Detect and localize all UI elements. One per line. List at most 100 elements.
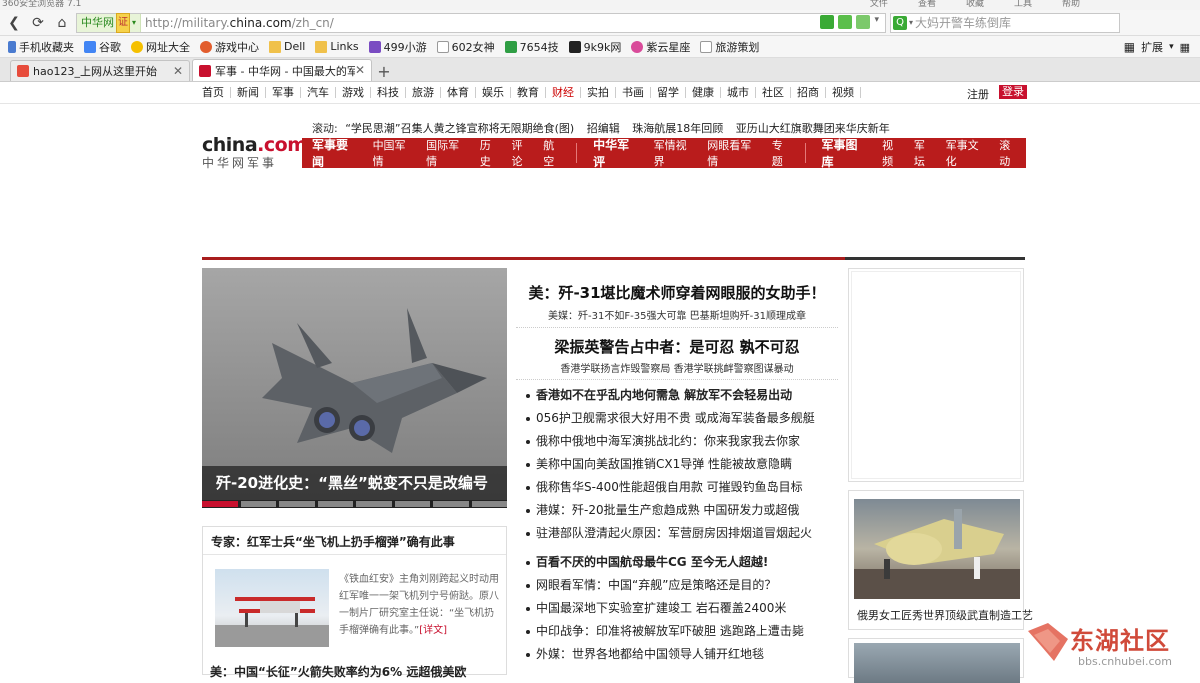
- nav-military[interactable]: 军事: [266, 87, 301, 98]
- list-item[interactable]: 中印战争：印准将被解放军吓破胆 逃跑路上遭击毙: [524, 620, 838, 643]
- signup-link[interactable]: 注册: [967, 86, 989, 102]
- slide-dot[interactable]: [394, 501, 430, 507]
- nav-health[interactable]: 健康: [686, 87, 721, 98]
- search-box[interactable]: Q ▾ 大妈开警车练倒库: [890, 12, 1120, 33]
- ticker-item[interactable]: 珠海航展18年回顾: [632, 122, 723, 135]
- nav-auto[interactable]: 汽车: [301, 87, 336, 98]
- compat-mode-icon[interactable]: [820, 14, 835, 29]
- puzzle-icon[interactable]: ▦: [1124, 40, 1135, 54]
- ad-slot[interactable]: [848, 268, 1024, 482]
- workshop-photo[interactable]: [854, 499, 1020, 599]
- headline-secondary-sub[interactable]: 香港学联扬言炸毁警察局 香港学联挑衅警察图谋暴动: [516, 360, 838, 380]
- slide-dot[interactable]: [240, 501, 276, 507]
- menu-tools[interactable]: 工具: [1014, 0, 1032, 9]
- photo-feature-2[interactable]: [848, 638, 1024, 683]
- menu-favorites[interactable]: 收藏: [966, 0, 984, 9]
- nav-sports[interactable]: 体育: [441, 87, 476, 98]
- search-input[interactable]: 大妈开警车练倒库: [915, 14, 1011, 31]
- bottom-lead-headline[interactable]: 美：中国“长征”火箭失败率约为6% 远超俄美欧: [202, 663, 507, 680]
- list-item[interactable]: 港媒：歼-20批量生产愈趋成熟 中国研发力或超俄: [524, 499, 838, 522]
- list-item[interactable]: 俄称售华S-400性能超俄自用款 可摧毁钓鱼岛目标: [524, 476, 838, 499]
- headline-primary-sub[interactable]: 美媒：歼-31不如F-35强大可靠 巴基斯坦购歼-31顺理成章: [516, 306, 838, 328]
- channel-item[interactable]: 专题: [767, 137, 799, 169]
- hero-caption[interactable]: 歼-20进化史：“黑丝”蜕变不只是改编号: [202, 466, 507, 500]
- close-icon[interactable]: ✕: [173, 64, 183, 78]
- home-icon[interactable]: ⌂: [52, 13, 72, 33]
- site-logo[interactable]: china.com 中华网军事: [202, 134, 307, 171]
- menu-view[interactable]: 查看: [918, 0, 936, 9]
- channel-item[interactable]: 历史: [475, 137, 507, 169]
- list-item[interactable]: 美称中国向美敌国推销CX1导弹 性能被故意隐瞒: [524, 453, 838, 476]
- nav-home[interactable]: 首页: [202, 87, 231, 98]
- channel-title[interactable]: 军事图库: [812, 136, 878, 170]
- nav-community[interactable]: 社区: [756, 87, 791, 98]
- channel-item[interactable]: 军事文化: [941, 137, 995, 169]
- url-text[interactable]: http://military.china.com/zh_cn/: [145, 16, 334, 30]
- channel-item[interactable]: 航空: [538, 137, 570, 169]
- search-engine-icon[interactable]: Q: [893, 15, 907, 30]
- list-item[interactable]: 中国最深地下实验室扩建竣工 岩石覆盖2400米: [524, 597, 838, 620]
- refresh-icon[interactable]: ⟳: [28, 13, 48, 33]
- nav-art[interactable]: 书画: [616, 87, 651, 98]
- bookmark-item[interactable]: 499小游: [368, 39, 427, 55]
- chevron-down-icon[interactable]: ▾: [909, 18, 913, 27]
- new-tab-icon[interactable]: +: [374, 61, 394, 81]
- list-item[interactable]: 外媒：世界各地都给中国领导人铺开红地毯: [524, 643, 838, 666]
- channel-item[interactable]: 滚动: [994, 137, 1026, 169]
- channel-title[interactable]: 军事要闻: [302, 136, 368, 170]
- bookmark-item[interactable]: 网址大全: [131, 39, 190, 55]
- list-item[interactable]: 百看不厌的中国航母最牛CG 至今无人超越!: [524, 551, 838, 574]
- tab-military[interactable]: 军事 - 中华网 - 中国最大的军 ✕: [192, 59, 372, 81]
- list-item[interactable]: 056护卫舰需求很大好用不贵 或成海军装备最多舰艇: [524, 407, 838, 430]
- bookmark-item[interactable]: 602女神: [436, 39, 495, 55]
- slide-dot[interactable]: [471, 501, 507, 507]
- channel-item[interactable]: 军情视界: [649, 137, 703, 169]
- ticker-item[interactable]: 亚历山大红旗歌舞团来华庆新年: [736, 122, 890, 135]
- nav-news[interactable]: 新闻: [231, 87, 266, 98]
- menu-help[interactable]: 帮助: [1062, 0, 1080, 9]
- read-more-link[interactable]: [详文]: [419, 625, 447, 636]
- channel-item[interactable]: 评论: [507, 137, 539, 169]
- nav-photo[interactable]: 实拍: [581, 87, 616, 98]
- channel-item[interactable]: 中国军情: [368, 137, 422, 169]
- menu-file[interactable]: 文件: [870, 0, 888, 9]
- photo-thumbnail[interactable]: [854, 643, 1020, 683]
- nav-finance[interactable]: 财经: [546, 87, 581, 98]
- nav-study-abroad[interactable]: 留学: [651, 87, 686, 98]
- channel-title[interactable]: 中华军评: [583, 136, 649, 170]
- expert-story-title[interactable]: 专家：红军士兵“坐飞机上扔手榴弹”确有此事: [203, 527, 506, 555]
- nav-video[interactable]: 视频: [826, 87, 861, 98]
- biplane-thumbnail[interactable]: [215, 569, 329, 647]
- nav-edu[interactable]: 教育: [511, 87, 546, 98]
- grid-icon[interactable]: ▦: [1180, 41, 1190, 54]
- hero-slideshow[interactable]: 歼-20进化史：“黑丝”蜕变不只是改编号: [202, 268, 507, 508]
- bookmark-folder[interactable]: Links: [315, 40, 359, 53]
- bookmark-item[interactable]: 旅游策划: [700, 39, 759, 55]
- headline-secondary[interactable]: 梁振英警告占中者：是可忍 孰不可忍: [516, 328, 838, 360]
- channel-item[interactable]: 网眼看军情: [702, 137, 767, 169]
- photo-caption[interactable]: 俄男女工匠秀世界顶级武直制造工艺: [857, 607, 1033, 623]
- back-icon[interactable]: ❮: [4, 13, 24, 33]
- slide-dot[interactable]: [433, 501, 469, 507]
- headline-primary[interactable]: 美：歼-31堪比魔术师穿着网眼服的女助手！: [516, 270, 838, 306]
- slide-dot[interactable]: [356, 501, 392, 507]
- tab-hao123[interactable]: hao123_上网从这里开始 ✕: [10, 60, 190, 81]
- channel-item[interactable]: 军坛: [909, 137, 941, 169]
- bookmark-item[interactable]: 游戏中心: [200, 39, 259, 55]
- nav-city[interactable]: 城市: [721, 87, 756, 98]
- nav-games[interactable]: 游戏: [336, 87, 371, 98]
- channel-item[interactable]: 国际军情: [421, 137, 475, 169]
- bookmark-item[interactable]: 手机收藏夹: [8, 39, 74, 55]
- bookmark-item[interactable]: 谷歌: [84, 39, 121, 55]
- slide-dot[interactable]: [202, 501, 238, 507]
- nav-ent[interactable]: 娱乐: [476, 87, 511, 98]
- photo-feature[interactable]: 俄男女工匠秀世界顶级武直制造工艺: [848, 490, 1033, 630]
- chevron-down-icon[interactable]: ▾: [874, 15, 879, 29]
- list-item[interactable]: 网眼看军情：中国“弃舰”应是策略还是目的？: [524, 574, 838, 597]
- bookmark-folder[interactable]: Dell: [269, 40, 305, 53]
- nav-tech[interactable]: 科技: [371, 87, 406, 98]
- share-icon[interactable]: [838, 14, 853, 29]
- list-item[interactable]: 驻港部队澄清起火原因：军营厨房因排烟道冒烟起火: [524, 522, 838, 545]
- slide-dot[interactable]: [279, 501, 315, 507]
- close-icon[interactable]: ✕: [355, 63, 365, 77]
